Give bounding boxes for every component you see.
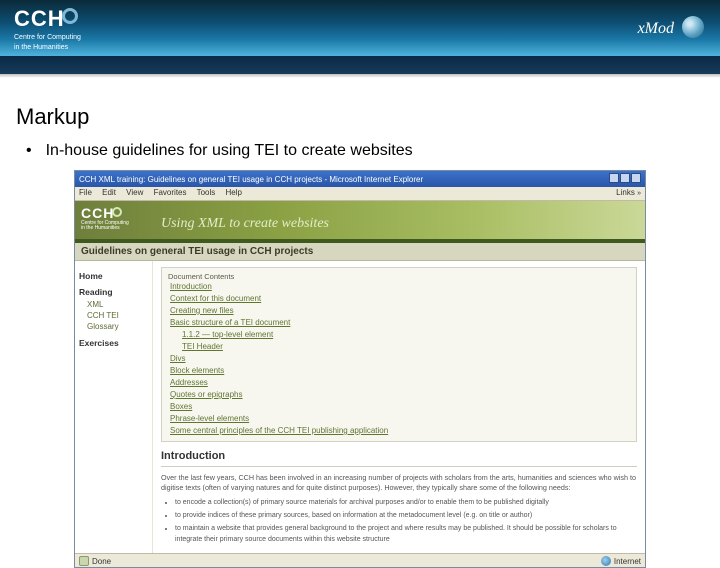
presentation-header: CCH Centre for Computing in the Humaniti… <box>0 0 720 78</box>
chevron-right-icon: » <box>637 190 641 197</box>
xmod-label: xMod <box>638 20 674 37</box>
browser-title-text: CCH XML training: Guidelines on general … <box>79 175 423 184</box>
browser-titlebar: CCH XML training: Guidelines on general … <box>75 171 645 187</box>
menu-edit[interactable]: Edit <box>102 188 116 197</box>
xmod-brand: xMod <box>638 16 704 38</box>
zone-label: Internet <box>614 557 641 566</box>
menu-file[interactable]: File <box>79 188 92 197</box>
menu-favorites[interactable]: Favorites <box>154 188 187 197</box>
list-item: to maintain a website that provides gene… <box>175 523 637 545</box>
menu-tools[interactable]: Tools <box>197 188 216 197</box>
header-shadow <box>0 74 720 78</box>
browser-statusbar: Done Internet <box>75 553 645 567</box>
statusbar-left: Done <box>79 556 111 566</box>
page-heading: Guidelines on general TEI usage in CCH p… <box>75 243 645 261</box>
header-dark-band <box>0 56 720 74</box>
sidebar: Home Reading XML CCH TEI Glossary Exerci… <box>75 261 153 553</box>
toc-link[interactable]: Block elements <box>168 365 630 377</box>
logo-text: CCH <box>14 6 65 31</box>
toc-link[interactable]: Some central principles of the CCH TEI p… <box>168 425 630 437</box>
toc-link[interactable]: Divs <box>168 353 630 365</box>
slide-title: Markup <box>0 78 720 138</box>
cch-logo: CCH Centre for Computing in the Humaniti… <box>14 6 81 52</box>
section-rule <box>161 466 637 467</box>
list-item: to provide indices of these primary sour… <box>175 510 637 521</box>
toc-box: Document Contents Introduction Context f… <box>161 267 637 442</box>
page-banner: CCH Centre for Computing in the Humaniti… <box>75 201 645 239</box>
statusbar-right: Internet <box>601 556 641 566</box>
toc-link[interactable]: Phrase-level elements <box>168 413 630 425</box>
page-body: Home Reading XML CCH TEI Glossary Exerci… <box>75 261 645 553</box>
menubar-left: File Edit View Favorites Tools Help <box>79 188 250 199</box>
toc-link[interactable]: 1.1.2 — top-level element <box>168 329 630 341</box>
slide-bullet: In-house guidelines for using TEI to cre… <box>0 138 720 160</box>
page-logo-sub: Centre for Computing in the Humanities <box>81 221 129 231</box>
browser-menubar: File Edit View Favorites Tools Help Link… <box>75 187 645 201</box>
page-logo-text: CCH <box>81 205 114 221</box>
sidebar-item-glossary[interactable]: Glossary <box>79 321 148 332</box>
page-banner-title: Using XML to create websites <box>161 216 329 232</box>
sidebar-head-exercises[interactable]: Exercises <box>79 338 148 348</box>
toc-link[interactable]: Basic structure of a TEI document <box>168 317 630 329</box>
browser-window: CCH XML training: Guidelines on general … <box>74 170 646 568</box>
content-area: Document Contents Introduction Context f… <box>153 261 645 553</box>
zone-internet-icon <box>601 556 611 566</box>
intro-bullets: to encode a collection(s) of primary sou… <box>175 497 637 545</box>
toc-header: Document Contents <box>168 272 630 281</box>
page-icon <box>79 556 89 566</box>
links-label: Links <box>616 188 635 197</box>
logo-subtitle-line-2: in the Humanities <box>14 44 81 52</box>
page-logo-sub-line-2: in the Humanities <box>81 226 129 231</box>
close-button[interactable] <box>631 173 641 183</box>
globe-icon <box>682 16 704 38</box>
toc-link[interactable]: Quotes or epigraphs <box>168 389 630 401</box>
toc-link[interactable]: Introduction <box>168 281 630 293</box>
toc-link[interactable]: Creating new files <box>168 305 630 317</box>
toc-link[interactable]: Addresses <box>168 377 630 389</box>
minimize-button[interactable] <box>609 173 619 183</box>
links-toolbar[interactable]: Links » <box>616 188 641 199</box>
header-top: CCH Centre for Computing in the Humaniti… <box>0 0 720 56</box>
logo-ring-icon <box>62 8 78 24</box>
status-text: Done <box>92 557 111 566</box>
sidebar-item-cch-tei[interactable]: CCH TEI <box>79 310 148 321</box>
page-logo-ring-icon <box>112 207 122 217</box>
page-logo: CCH <box>81 205 122 221</box>
toc-link[interactable]: Boxes <box>168 401 630 413</box>
logo-subtitle-line-1: Centre for Computing <box>14 34 81 42</box>
window-controls <box>608 173 641 185</box>
toc-link[interactable]: TEI Header <box>168 341 630 353</box>
intro-paragraph: Over the last few years, CCH has been in… <box>161 473 637 493</box>
maximize-button[interactable] <box>620 173 630 183</box>
sidebar-item-home[interactable]: Home <box>79 271 148 281</box>
menu-view[interactable]: View <box>126 188 143 197</box>
section-title-introduction: Introduction <box>161 450 637 462</box>
sidebar-head-reading: Reading <box>79 287 148 297</box>
toc-link[interactable]: Context for this document <box>168 293 630 305</box>
list-item: to encode a collection(s) of primary sou… <box>175 497 637 508</box>
sidebar-item-xml[interactable]: XML <box>79 299 148 310</box>
menu-help[interactable]: Help <box>226 188 242 197</box>
